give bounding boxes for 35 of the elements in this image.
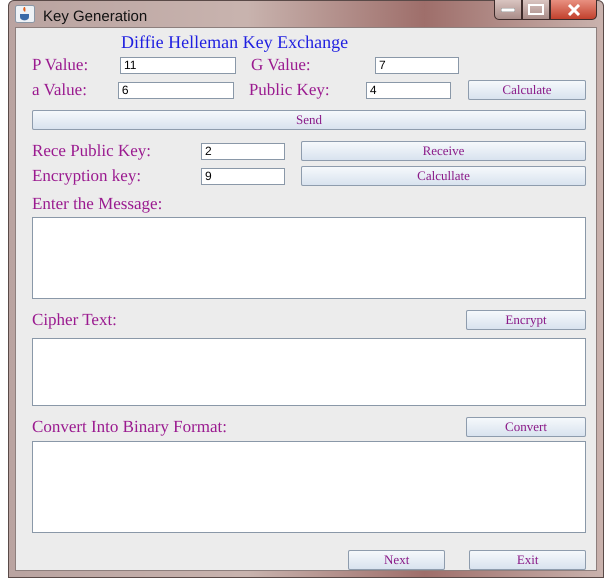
cup-icon — [15, 5, 35, 23]
receive-button[interactable]: Receive — [301, 141, 586, 161]
field-label: G Value: — [251, 55, 312, 75]
field-label: Encryption key: — [32, 166, 142, 186]
cipher-text-area[interactable] — [32, 338, 586, 406]
field-label: Enter the Message: — [32, 194, 162, 214]
exit-button[interactable]: Exit — [469, 550, 586, 570]
input-field[interactable]: 2 — [201, 142, 286, 160]
input-field[interactable]: 9 — [201, 168, 286, 184]
send-button[interactable]: Send — [32, 110, 586, 130]
next-button[interactable]: Next — [348, 550, 446, 570]
input-field[interactable]: 4 — [366, 82, 451, 98]
close-button[interactable] — [550, 0, 597, 20]
input-field[interactable]: 11 — [120, 56, 236, 74]
encrypt-button[interactable]: Encrypt — [466, 310, 586, 330]
calculate-button[interactable]: Calculate — [468, 80, 586, 100]
message-area[interactable] — [32, 217, 586, 299]
input-field[interactable]: 6 — [118, 82, 234, 98]
window-title: Key Generation — [43, 8, 148, 25]
field-label: Rece Public Key: — [32, 141, 152, 161]
minimize-icon — [501, 8, 515, 12]
heading: Diffie Helleman Key Exchange — [121, 32, 350, 54]
convert-button[interactable]: Convert — [466, 417, 586, 437]
maximize-icon — [528, 4, 544, 15]
field-label: Public Key: — [248, 80, 331, 100]
field-label: P Value: — [32, 55, 90, 75]
minimize-button[interactable] — [494, 0, 522, 20]
field-label: Convert Into Binary Format: — [32, 417, 228, 437]
calculate-button[interactable]: Calcullate — [301, 166, 586, 186]
input-field[interactable]: 7 — [375, 56, 459, 74]
maximize-button[interactable] — [522, 0, 550, 20]
field-label: Cipher Text: — [32, 310, 117, 330]
close-icon — [566, 4, 580, 16]
field-label: a Value: — [32, 80, 88, 100]
binary-area[interactable] — [32, 441, 586, 533]
